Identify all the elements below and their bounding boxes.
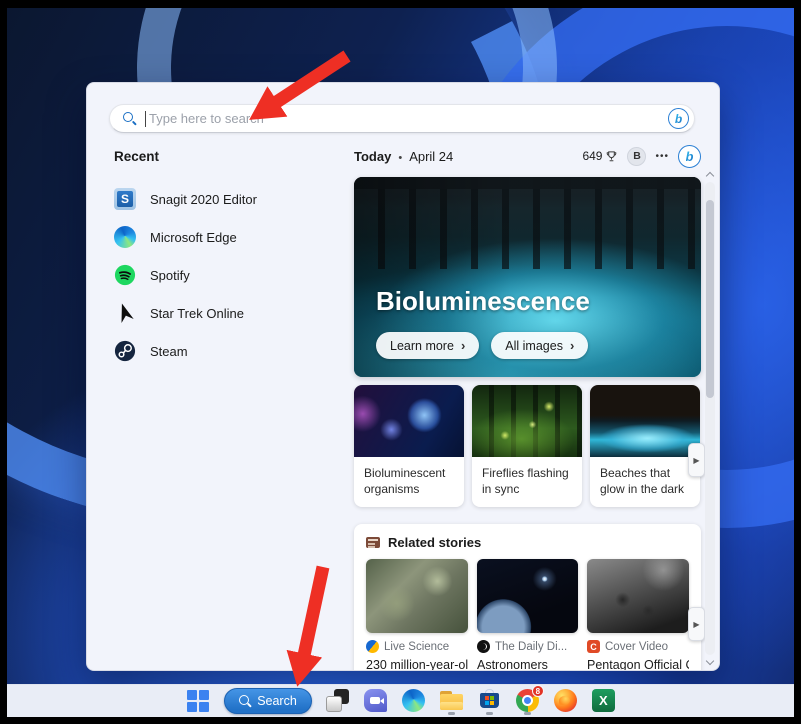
running-indicator bbox=[447, 712, 455, 715]
carousel-next-button[interactable]: ▶ bbox=[688, 443, 705, 477]
edge-icon bbox=[401, 688, 426, 713]
daily-content-column: Today • April 24 649 B ••• b Bioluminesc… bbox=[354, 143, 701, 670]
related-stories-card: Related stories Live Science 230 million… bbox=[354, 524, 701, 670]
file-explorer-button[interactable] bbox=[439, 685, 464, 716]
panel-scrollbar[interactable] bbox=[704, 171, 716, 666]
hero-title: Bioluminescence bbox=[376, 286, 590, 316]
spotify-icon bbox=[114, 264, 136, 286]
microsoft-store-button[interactable] bbox=[477, 685, 502, 716]
search-input[interactable]: b bbox=[109, 104, 695, 133]
learn-more-button[interactable]: Learn more › bbox=[376, 332, 480, 359]
image-card-row: Bioluminescent organisms Fireflies flash… bbox=[354, 385, 701, 508]
today-date: April 24 bbox=[409, 148, 454, 164]
search-icon bbox=[239, 694, 251, 707]
all-images-button[interactable]: All images › bbox=[491, 332, 589, 359]
chevron-right-icon: › bbox=[460, 338, 466, 353]
story-live-science[interactable]: Live Science 230 million-year-old bbox=[366, 559, 468, 670]
task-view-icon bbox=[325, 688, 350, 713]
image-card-fireflies[interactable]: Fireflies flashing in sync bbox=[472, 385, 582, 508]
hero-card-bioluminescence[interactable]: Bioluminescence Learn more › All images … bbox=[354, 177, 701, 377]
carousel-next-button[interactable]: ▶ bbox=[688, 607, 705, 641]
search-row: b bbox=[109, 104, 695, 133]
notification-badge: 8 bbox=[531, 685, 544, 697]
windows-logo-icon bbox=[187, 689, 210, 712]
edge-icon bbox=[114, 226, 136, 248]
taskbar: Search 8 X bbox=[7, 684, 794, 717]
recent-item-spotify[interactable]: Spotify bbox=[114, 256, 344, 294]
bing-chat-icon[interactable]: b bbox=[678, 144, 701, 168]
search-icon bbox=[123, 112, 136, 125]
chrome-icon: 8 bbox=[515, 685, 544, 713]
image-card-bioluminescent-organisms[interactable]: Bioluminescent organisms bbox=[354, 385, 464, 508]
today-actions: 649 B ••• b bbox=[582, 144, 701, 168]
chat-icon bbox=[363, 688, 388, 713]
story-image bbox=[587, 559, 689, 634]
rewards-trophy-icon bbox=[607, 150, 617, 161]
edge-button[interactable] bbox=[401, 685, 426, 716]
scroll-down-icon[interactable] bbox=[705, 656, 715, 666]
recent-item-edge[interactable]: Microsoft Edge bbox=[114, 218, 344, 256]
today-date-group: Today • April 24 bbox=[354, 149, 453, 164]
chrome-button[interactable]: 8 bbox=[515, 685, 544, 716]
recent-item-snagit[interactable]: S Snagit 2020 Editor bbox=[114, 180, 344, 218]
story-source: C Cover Video bbox=[587, 640, 689, 654]
scroll-up-icon[interactable] bbox=[705, 171, 715, 181]
profile-badge[interactable]: B bbox=[627, 146, 647, 166]
excel-icon: X bbox=[591, 688, 616, 713]
start-button[interactable] bbox=[185, 685, 211, 716]
taskbar-icons: Search 8 X bbox=[185, 685, 616, 717]
story-daily-digest[interactable]: The Daily Di... Astronomers bbox=[477, 559, 578, 670]
story-image bbox=[477, 559, 578, 634]
recent-section: Recent S Snagit 2020 Editor Microsoft Ed… bbox=[114, 149, 344, 370]
hero-buttons: Learn more › All images › bbox=[376, 332, 589, 359]
recent-title: Recent bbox=[114, 149, 160, 164]
task-view-button[interactable] bbox=[325, 685, 350, 716]
story-source: The Daily Di... bbox=[477, 640, 578, 654]
related-stories-header: Related stories bbox=[366, 535, 689, 550]
steam-icon bbox=[114, 340, 136, 362]
recent-item-steam[interactable]: Steam bbox=[114, 332, 344, 370]
bing-icon[interactable]: b bbox=[668, 108, 689, 129]
excel-button[interactable]: X bbox=[591, 685, 616, 716]
search-flyout-panel: b Recent S Snagit 2020 Editor Microsoft … bbox=[86, 82, 720, 671]
story-row: Live Science 230 million-year-old The Da… bbox=[366, 559, 689, 670]
chat-button[interactable] bbox=[363, 685, 388, 716]
scrollbar-track[interactable] bbox=[705, 182, 715, 655]
running-indicator bbox=[485, 712, 493, 715]
text-caret bbox=[145, 110, 146, 127]
story-image bbox=[366, 559, 468, 634]
rewards-points[interactable]: 649 bbox=[582, 149, 618, 163]
snagit-icon: S bbox=[114, 188, 136, 210]
windows-desktop-screenshot: b Recent S Snagit 2020 Editor Microsoft … bbox=[0, 0, 801, 724]
more-options-icon[interactable]: ••• bbox=[655, 151, 669, 162]
firefox-button[interactable] bbox=[553, 685, 578, 716]
card-image bbox=[472, 385, 582, 457]
chevron-right-icon: › bbox=[569, 338, 575, 353]
today-label: Today bbox=[354, 148, 392, 164]
taskbar-search-button[interactable]: Search bbox=[224, 685, 312, 716]
live-science-icon bbox=[366, 640, 379, 654]
image-card-glowing-beaches[interactable]: Beaches that glow in the dark bbox=[590, 385, 700, 508]
story-cover-video[interactable]: C Cover Video Pentagon Official Co- bbox=[587, 559, 689, 670]
file-explorer-icon bbox=[439, 688, 464, 713]
card-image bbox=[354, 385, 464, 457]
daily-digest-icon bbox=[477, 640, 490, 654]
star-trek-online-icon bbox=[114, 302, 136, 324]
card-image bbox=[590, 385, 700, 457]
news-icon bbox=[366, 537, 380, 549]
story-source: Live Science bbox=[366, 640, 468, 654]
today-header: Today • April 24 649 B ••• b bbox=[354, 143, 701, 169]
cover-video-icon: C bbox=[587, 640, 600, 654]
microsoft-store-icon bbox=[477, 688, 502, 713]
scrollbar-thumb[interactable] bbox=[706, 200, 714, 398]
search-input-field[interactable] bbox=[149, 111, 668, 126]
running-indicator bbox=[523, 712, 531, 715]
recent-item-star-trek-online[interactable]: Star Trek Online bbox=[114, 294, 344, 332]
firefox-icon bbox=[553, 688, 578, 713]
dot-separator: • bbox=[398, 151, 403, 164]
